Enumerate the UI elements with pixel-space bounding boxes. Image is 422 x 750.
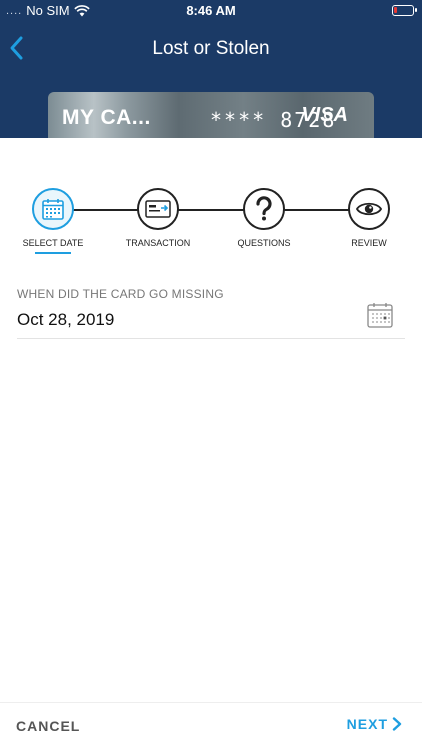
credit-card-icon bbox=[145, 200, 171, 218]
status-bar: .... No SIM 8:46 AM bbox=[0, 0, 422, 22]
card-brand-logo: VISA bbox=[301, 104, 348, 126]
card-number-mask: **** bbox=[210, 108, 267, 132]
step-circle bbox=[32, 188, 74, 230]
step-circle bbox=[243, 188, 285, 230]
eye-icon bbox=[356, 202, 382, 216]
cancel-button[interactable]: CANCEL bbox=[16, 718, 80, 734]
field-divider bbox=[17, 338, 405, 339]
step-circle bbox=[348, 188, 390, 230]
status-time: 8:46 AM bbox=[186, 3, 236, 18]
battery-level bbox=[394, 7, 397, 13]
step-label: TRANSACTION bbox=[125, 238, 191, 248]
active-step-indicator bbox=[35, 252, 71, 254]
date-field-value[interactable]: Oct 28, 2019 bbox=[17, 310, 114, 330]
app-header: .... No SIM 8:46 AM Lost or Stolen MY CA… bbox=[0, 0, 422, 138]
progress-stepper: SELECT DATE TRANSACTION QUESTIONS REVIEW bbox=[0, 186, 422, 266]
date-field-label: WHEN DID THE CARD GO MISSING bbox=[17, 287, 224, 301]
stepper-line bbox=[52, 209, 370, 211]
date-picker-button[interactable] bbox=[366, 301, 394, 329]
next-button-label: NEXT bbox=[346, 716, 388, 732]
question-icon bbox=[256, 196, 272, 221]
step-label: SELECT DATE bbox=[22, 238, 84, 248]
step-label: REVIEW bbox=[351, 238, 387, 248]
card-preview: MY CA... **** 8728 VISA bbox=[48, 92, 374, 138]
calendar-icon bbox=[42, 199, 64, 220]
page-title: Lost or Stolen bbox=[152, 38, 270, 59]
step-circle bbox=[137, 188, 179, 230]
chevron-right-icon bbox=[392, 717, 402, 731]
step-label: QUESTIONS bbox=[237, 238, 291, 248]
footer-divider bbox=[0, 702, 422, 703]
next-button[interactable]: NEXT bbox=[347, 716, 402, 732]
calendar-icon bbox=[367, 303, 393, 328]
battery-icon bbox=[392, 5, 417, 16]
card-name: MY CA... bbox=[62, 106, 151, 129]
